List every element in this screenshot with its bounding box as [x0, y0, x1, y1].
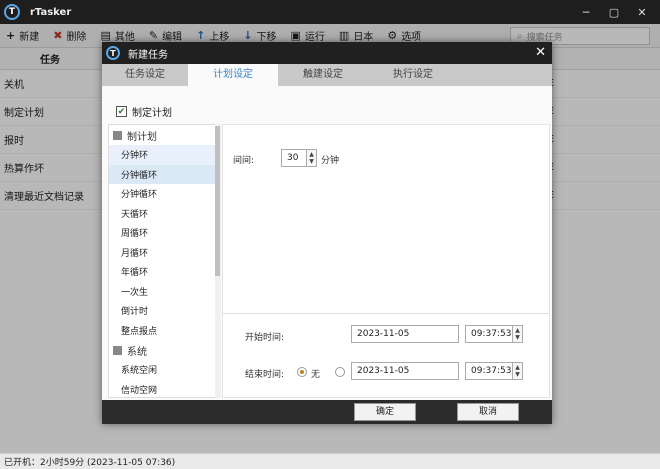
- schedule-type-list: 制计划 分钟环 分钟循环 分钟循环 天循环 周循环 月循环 年循环 一次生 倒计…: [108, 124, 221, 398]
- group-label: 系统: [127, 346, 147, 358]
- schedule-checkbox-row[interactable]: ✔ 制定计划: [116, 104, 172, 119]
- tab-trigger-settings[interactable]: 触建设定: [278, 64, 368, 86]
- end-none-radio[interactable]: [297, 367, 307, 377]
- list-item[interactable]: 倒计时: [109, 301, 220, 321]
- close-button[interactable]: ✕: [628, 6, 656, 19]
- panel-divider: [223, 313, 549, 314]
- stepper-down-icon[interactable]: ▼: [309, 158, 314, 165]
- list-item[interactable]: 整点报点: [109, 321, 220, 341]
- stepper-up-icon[interactable]: ▲: [309, 151, 314, 158]
- interval-unit: 分钟: [321, 156, 340, 166]
- list-item[interactable]: 分钟环: [109, 145, 220, 165]
- list-scrollbar[interactable]: [215, 124, 221, 398]
- start-time-input[interactable]: 09:37:53: [465, 325, 513, 343]
- minimize-button[interactable]: ─: [572, 6, 600, 19]
- schedule-checkbox[interactable]: ✔: [116, 106, 127, 117]
- interval-label: 间间:: [233, 156, 255, 166]
- interval-stepper[interactable]: ▲ ▼: [307, 149, 317, 167]
- new-task-dialog: T 新建任务 ✕ 任务设定 计划设定 触建设定 执行设定 ✔ 制定计划 制计划 …: [102, 42, 552, 424]
- scrollbar-thumb[interactable]: [215, 126, 220, 276]
- schedule-checkbox-label: 制定计划: [132, 108, 172, 119]
- maximize-button[interactable]: ▢: [600, 6, 628, 19]
- group-label: 制计划: [127, 131, 157, 143]
- list-item[interactable]: 月循环: [109, 243, 220, 263]
- list-item[interactable]: 周循环: [109, 223, 220, 243]
- dialog-footer: 确定 取消: [102, 400, 552, 424]
- list-item[interactable]: 年循环: [109, 262, 220, 282]
- group-schedule: 制计划: [109, 125, 220, 145]
- dialog-logo-icon: T: [106, 46, 120, 60]
- uptime-text: 已开机：2小时59分 (2023-11-05 07:36): [4, 458, 176, 468]
- radio-selected-dot: [300, 370, 304, 374]
- end-date-input[interactable]: 2023-11-05: [351, 362, 459, 380]
- end-time-input[interactable]: 09:37:53: [465, 362, 513, 380]
- start-time-stepper[interactable]: ▲ ▼: [513, 325, 523, 343]
- stepper-down-icon[interactable]: ▼: [515, 334, 520, 341]
- ok-button[interactable]: 确定: [354, 403, 416, 421]
- list-item[interactable]: 一次生: [109, 282, 220, 302]
- list-item[interactable]: 系统空闲: [109, 360, 220, 380]
- group-square-icon: [113, 130, 122, 140]
- app-title: rTasker: [30, 6, 72, 18]
- tab-execution-settings[interactable]: 执行设定: [368, 64, 458, 86]
- list-item[interactable]: 天循环: [109, 204, 220, 224]
- stepper-up-icon[interactable]: ▲: [515, 364, 520, 371]
- dialog-titlebar: T 新建任务 ✕: [102, 42, 552, 64]
- dialog-close-button[interactable]: ✕: [535, 45, 546, 60]
- end-time-label: 结束时间:: [245, 370, 285, 380]
- list-item[interactable]: 分钟循环: [109, 164, 220, 184]
- start-time-label: 开始时间:: [245, 333, 285, 343]
- start-date-input[interactable]: 2023-11-05: [351, 325, 459, 343]
- dialog-tabs: 任务设定 计划设定 触建设定 执行设定: [102, 64, 552, 86]
- list-item[interactable]: 分钟循环: [109, 184, 220, 204]
- group-system: 系统: [109, 340, 220, 360]
- schedule-settings-panel: 间间: 30 ▲ ▼ 分钟 开始时间: 2023-11-05 09:37:53 ▲…: [222, 124, 550, 398]
- list-item[interactable]: 信动空网: [109, 380, 220, 398]
- cancel-button[interactable]: 取消: [457, 403, 519, 421]
- interval-input[interactable]: 30: [281, 149, 307, 167]
- end-date-radio[interactable]: [335, 367, 345, 377]
- dialog-title: 新建任务: [128, 49, 168, 61]
- group-square-icon: [113, 345, 122, 355]
- end-none-label: 无: [311, 370, 321, 380]
- window-controls: ─ ▢ ✕: [572, 0, 656, 24]
- tab-schedule-settings[interactable]: 计划设定: [188, 64, 278, 86]
- stepper-up-icon[interactable]: ▲: [515, 327, 520, 334]
- status-bar: 已开机：2小时59分 (2023-11-05 07:36): [0, 453, 660, 469]
- stepper-down-icon[interactable]: ▼: [515, 371, 520, 378]
- app-titlebar: T rTasker ─ ▢ ✕: [0, 0, 660, 24]
- tab-task-settings[interactable]: 任务设定: [102, 64, 188, 86]
- app-logo-icon: T: [4, 4, 20, 20]
- end-time-stepper[interactable]: ▲ ▼: [513, 362, 523, 380]
